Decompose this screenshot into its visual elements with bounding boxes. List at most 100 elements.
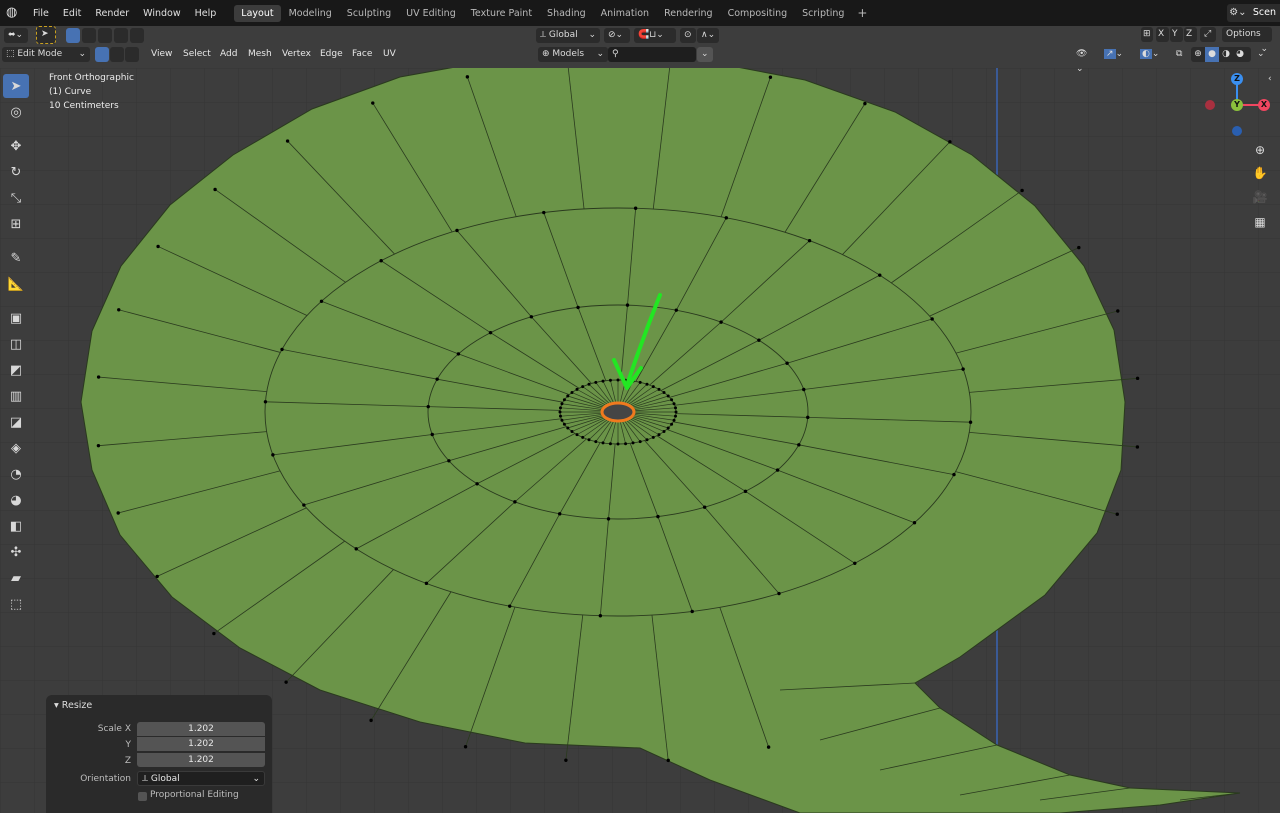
loop-cut-tool-icon[interactable]: ▥ [3, 384, 29, 408]
snap-button[interactable]: 🧲⊔⌄ [634, 28, 676, 43]
rip-tool-icon[interactable]: ⬚ [3, 592, 29, 616]
tab-rendering[interactable]: Rendering [657, 5, 720, 22]
search-dropdown-button[interactable]: ⌄ [697, 47, 713, 62]
wireframe-shading-icon[interactable]: ⊕ [1191, 47, 1205, 62]
rotate-tool-icon[interactable]: ↻ [3, 160, 29, 184]
select-tool-icon[interactable]: ➤ [36, 26, 56, 44]
face-select-mode-icon[interactable] [125, 47, 139, 62]
add-workspace-icon[interactable]: + [851, 6, 873, 20]
menu-file[interactable]: File [26, 8, 56, 19]
options-label: Options [1226, 29, 1261, 39]
shading-options-icon[interactable]: ⌄ [1253, 47, 1269, 62]
smooth-tool-icon[interactable]: ◕ [3, 488, 29, 512]
menu-help[interactable]: Help [188, 8, 224, 19]
transform-orientation-select[interactable]: ⟂ Global ⌄ [536, 28, 600, 43]
gizmo-y[interactable]: Y [1231, 99, 1243, 111]
tab-shading[interactable]: Shading [540, 5, 593, 22]
proportional-falloff-button[interactable]: ∧⌄ [697, 28, 719, 43]
gizmo-z[interactable]: Z [1231, 73, 1243, 85]
spin-tool-icon[interactable]: ◔ [3, 462, 29, 486]
menu-add[interactable]: Add [220, 47, 237, 62]
select-subtract-icon[interactable] [98, 28, 112, 43]
camera-icon[interactable]: 🎥 [1250, 187, 1270, 207]
scale-y-field[interactable]: 1.202 [137, 737, 265, 751]
tab-sculpting[interactable]: Sculpting [340, 5, 398, 22]
mode-select[interactable]: ⬚ Edit Mode ⌄ [2, 47, 90, 62]
tab-scripting[interactable]: Scripting [795, 5, 851, 22]
annotate-tool-icon[interactable]: ✎ [3, 246, 29, 270]
menu-vertex[interactable]: Vertex [282, 47, 311, 62]
scale-z-field[interactable]: 1.202 [137, 753, 265, 767]
mirror-icon[interactable]: ⊞ [1141, 27, 1153, 42]
knife-tool-icon[interactable]: ◪ [3, 410, 29, 434]
auto-merge-icon[interactable]: ⤢ [1200, 27, 1216, 42]
xray-toggle-icon[interactable]: ⧉ [1172, 47, 1188, 62]
select-new-icon[interactable] [66, 28, 80, 43]
visibility-icon[interactable]: 👁⌄ [1072, 47, 1096, 74]
gizmo-toggle-icon[interactable]: ↗ ⌄ [1100, 47, 1130, 62]
selected-hole-ring[interactable] [600, 401, 636, 423]
tab-modeling[interactable]: Modeling [282, 5, 339, 22]
options-button[interactable]: Options ⌄ [1222, 27, 1272, 54]
solid-shading-icon[interactable]: ● [1205, 47, 1219, 62]
scale-x-field[interactable]: 1.202 [137, 722, 265, 736]
rendered-shading-icon[interactable]: ◕ [1233, 47, 1247, 62]
menu-mesh[interactable]: Mesh [248, 47, 272, 62]
bevel-tool-icon[interactable]: ◩ [3, 358, 29, 382]
cursor-tool-icon[interactable]: ◎ [3, 100, 29, 124]
chevron-down-icon: ⌄ [252, 774, 260, 784]
menu-render[interactable]: Render [88, 8, 136, 19]
move-tool-icon[interactable]: ✥ [3, 134, 29, 158]
viewport-search-input[interactable]: ⚲ [608, 47, 696, 62]
edge-select-mode-icon[interactable] [110, 47, 124, 62]
overlays-toggle-icon[interactable]: ◐ ⌄ [1136, 47, 1166, 62]
snap-target-select[interactable]: ⊕ Models ⌄ [538, 47, 608, 62]
tab-layout[interactable]: Layout [234, 4, 281, 22]
poly-build-tool-icon[interactable]: ◈ [3, 436, 29, 460]
transform-tool-icon[interactable]: ⊞ [3, 212, 29, 236]
axis-x-toggle[interactable]: X [1156, 27, 1169, 42]
orientation-icon: ⟂ [142, 774, 151, 784]
menu-view[interactable]: View [151, 47, 172, 62]
select-extend-icon[interactable] [82, 28, 96, 43]
menu-window[interactable]: Window [136, 8, 187, 19]
menu-select[interactable]: Select [183, 47, 211, 62]
measure-tool-icon[interactable]: 📐 [3, 272, 29, 296]
select-intersect-icon[interactable] [130, 28, 144, 43]
scene-selector[interactable]: ⚙⌄ Scen [1226, 4, 1280, 22]
shear-tool-icon[interactable]: ▰ [3, 566, 29, 590]
pivot-point-button[interactable]: ⊘⌄ [604, 28, 630, 43]
menu-edge[interactable]: Edge [320, 47, 343, 62]
tab-compositing[interactable]: Compositing [721, 5, 795, 22]
grid-icon[interactable]: ▦ [1250, 212, 1270, 232]
menu-uv[interactable]: UV [383, 47, 396, 62]
zoom-icon[interactable]: ⊕ [1250, 140, 1270, 160]
select-invert-icon[interactable] [114, 28, 128, 43]
pan-hand-icon[interactable]: ✋ [1250, 163, 1270, 183]
material-shading-icon[interactable]: ◑ [1219, 47, 1233, 62]
axis-y-toggle[interactable]: Y [1170, 27, 1183, 42]
scale-tool-icon[interactable]: ⤡ [3, 186, 29, 210]
inset-tool-icon[interactable]: ◫ [3, 332, 29, 356]
tab-uv-editing[interactable]: UV Editing [399, 5, 463, 22]
vertex-select-mode-icon[interactable] [95, 47, 109, 62]
axis-z-toggle[interactable]: Z [1184, 27, 1197, 42]
tab-texture-paint[interactable]: Texture Paint [464, 5, 539, 22]
editor-type-button[interactable]: ⬌⌄ [4, 28, 28, 43]
blender-logo-icon[interactable]: ◍ [6, 6, 20, 20]
proportional-editing-checkbox[interactable] [138, 792, 147, 801]
orientation-select[interactable]: ⟂ Global ⌄ [137, 771, 265, 786]
orientation-value: Global [150, 774, 180, 784]
tab-animation[interactable]: Animation [594, 5, 656, 22]
edge-slide-tool-icon[interactable]: ◧ [3, 514, 29, 538]
gizmo-x[interactable]: X [1258, 99, 1270, 111]
select-box-tool-icon[interactable]: ➤ [3, 74, 29, 98]
chevron-down-icon: ⌄ [588, 30, 596, 40]
shrink-fatten-tool-icon[interactable]: ✣ [3, 540, 29, 564]
panel-title[interactable]: ▾ Resize [54, 700, 92, 711]
extrude-tool-icon[interactable]: ▣ [3, 306, 29, 330]
menu-face[interactable]: Face [352, 47, 372, 62]
mode-value: Edit Mode [17, 49, 63, 59]
proportional-edit-button[interactable]: ⊙ [680, 28, 696, 43]
menu-edit[interactable]: Edit [56, 8, 88, 19]
